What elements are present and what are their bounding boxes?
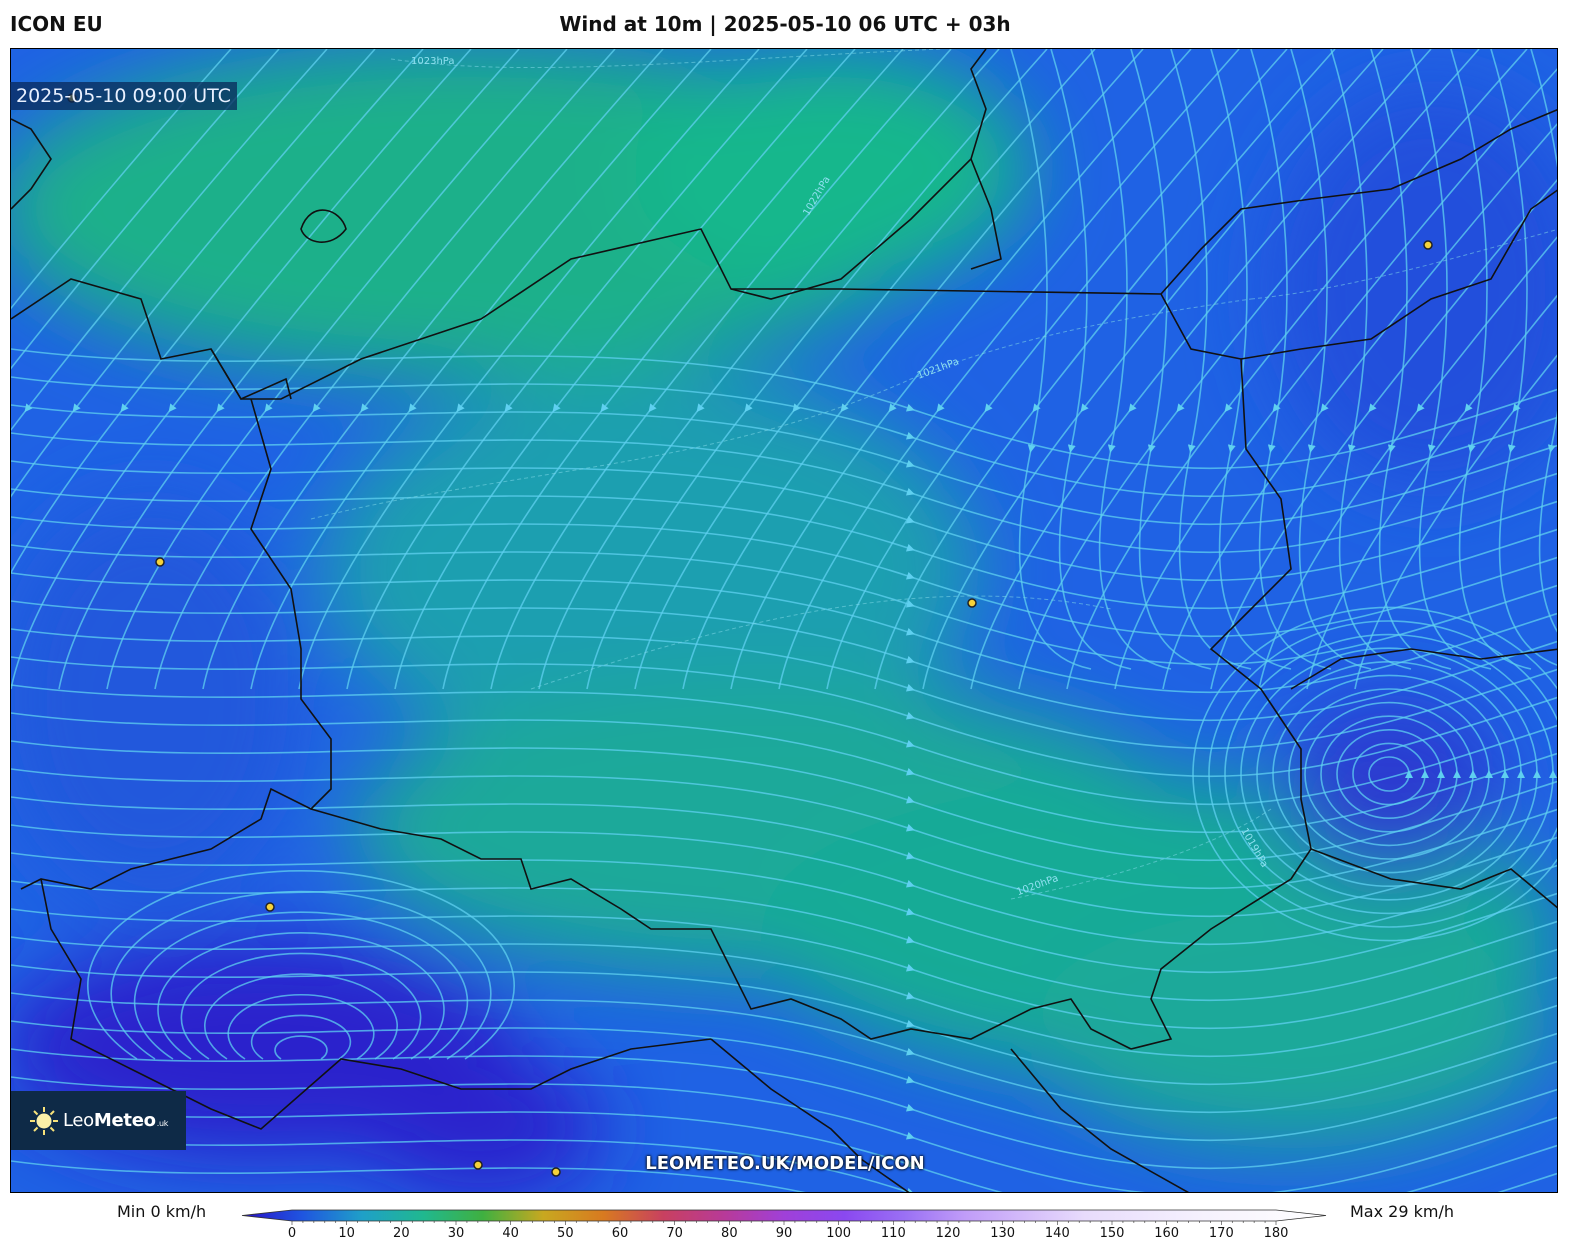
legend-tick-label: 140 xyxy=(1044,1226,1070,1241)
legend-tick-label: 130 xyxy=(990,1226,1016,1241)
legend-tick-label: 160 xyxy=(1154,1226,1180,1241)
color-scale-bar xyxy=(241,1209,1327,1225)
legend-tick-label: 80 xyxy=(721,1226,738,1241)
legend-tick-label: 0 xyxy=(287,1226,297,1241)
legend-max-label: Max 29 km/h xyxy=(1350,1202,1454,1221)
city-marker xyxy=(155,557,165,567)
legend-tick-label: 180 xyxy=(1263,1226,1289,1241)
sun-icon xyxy=(29,1106,59,1136)
city-marker xyxy=(1423,240,1433,250)
legend-tick-label: 40 xyxy=(502,1226,519,1241)
city-marker xyxy=(265,902,275,912)
legend-tick-label: 20 xyxy=(393,1226,410,1241)
legend-tick-label: 150 xyxy=(1099,1226,1125,1241)
legend-tick-label: 60 xyxy=(611,1226,629,1241)
city-marker xyxy=(967,598,977,608)
legend-tick-label: 100 xyxy=(826,1226,852,1241)
legend-tick-label: 170 xyxy=(1208,1226,1234,1241)
wind-map: 1023hPa 1022hPa 1021hPa 1020hPa 1019hPa xyxy=(11,49,1557,1192)
legend-tick-label: 30 xyxy=(447,1226,465,1241)
legend-tick-label: 90 xyxy=(775,1226,793,1241)
site-watermark[interactable]: LEOMETEO.UK/MODEL/ICON xyxy=(0,1153,1570,1174)
legend-tick-label: 10 xyxy=(338,1226,355,1241)
legend-tick-label: 120 xyxy=(935,1226,961,1241)
map-panel[interactable]: 1023hPa 1022hPa 1021hPa 1020hPa 1019hPa xyxy=(10,48,1558,1193)
isobar-label: 1023hPa xyxy=(411,56,455,67)
legend-tick-label: 70 xyxy=(666,1226,683,1241)
valid-time-badge: 2025-05-10 09:00 UTC xyxy=(10,82,237,110)
legend-tick-label: 50 xyxy=(557,1226,574,1241)
logo-text: LeoMeteo.uk xyxy=(63,1110,169,1131)
legend-tick-label: 110 xyxy=(880,1226,906,1241)
legend-min-label: Min 0 km/h xyxy=(117,1202,207,1221)
map-title: Wind at 10m | 2025-05-10 06 UTC + 03h xyxy=(559,12,1011,36)
logo[interactable]: LeoMeteo.uk xyxy=(11,1091,186,1150)
